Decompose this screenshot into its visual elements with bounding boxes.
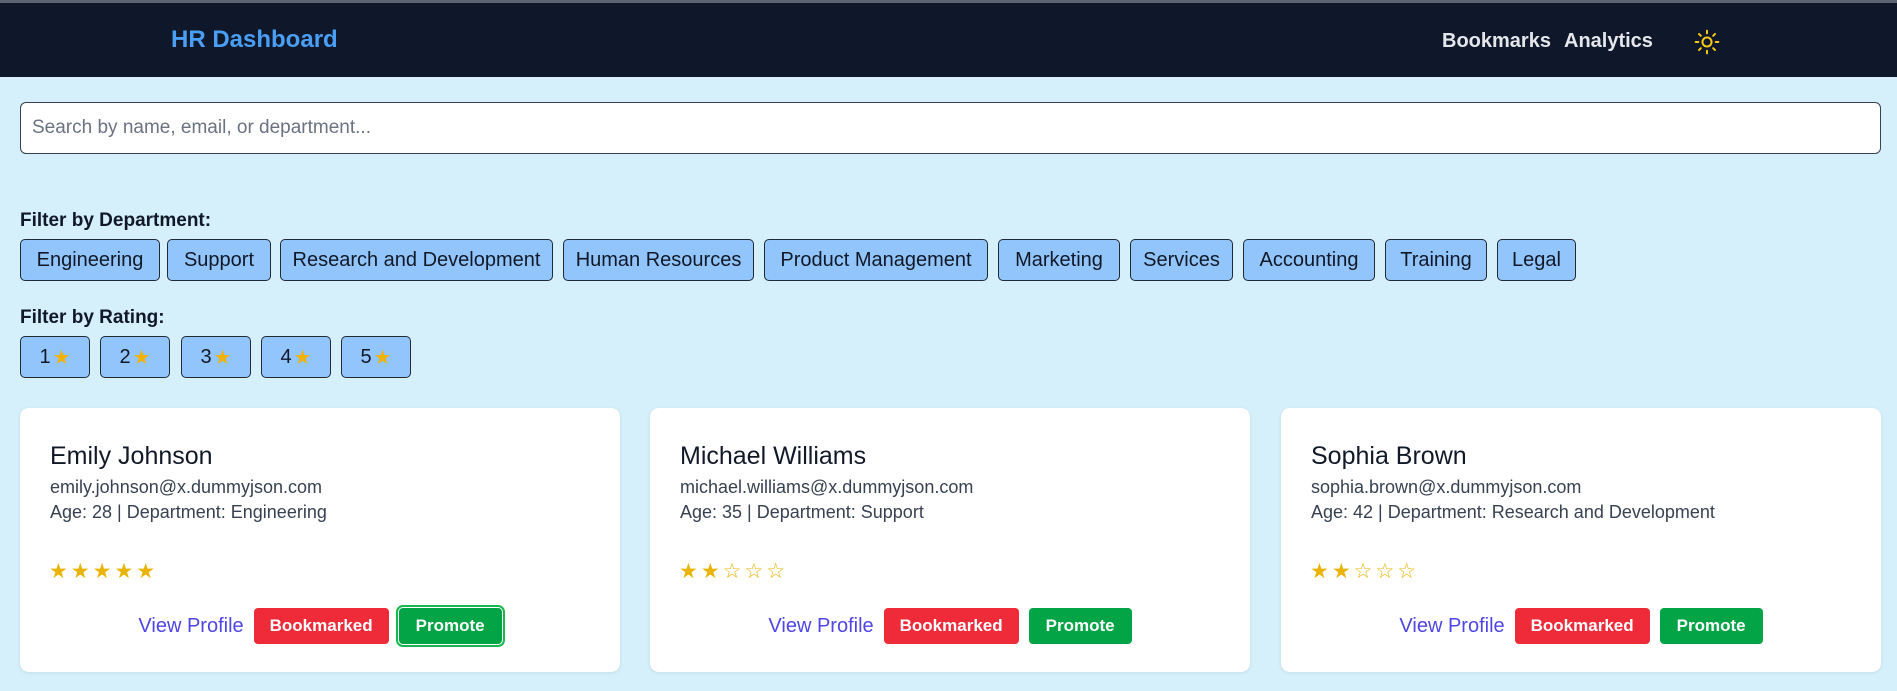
bookmarked-button[interactable]: Bookmarked xyxy=(1514,608,1650,644)
department-chip-marketing[interactable]: Marketing xyxy=(998,239,1120,281)
department-chip-product-management[interactable]: Product Management xyxy=(764,239,988,281)
sun-icon[interactable] xyxy=(1694,29,1720,55)
employee-card: Emily Johnson emily.johnson@x.dummyjson.… xyxy=(20,408,620,672)
star-icon: ★ xyxy=(373,346,392,369)
card-actions: View Profile Bookmarked Promote xyxy=(1281,607,1881,645)
rating-chip-value: 2 xyxy=(119,345,131,368)
employee-card: Sophia Brown sophia.brown@x.dummyjson.co… xyxy=(1281,408,1881,672)
employee-email: michael.williams@x.dummyjson.com xyxy=(680,477,974,497)
department-chip-engineering[interactable]: Engineering xyxy=(20,239,160,281)
rating-chip-value: 1 xyxy=(39,345,51,368)
department-chip-human-resources[interactable]: Human Resources xyxy=(563,239,754,281)
star-icon: ★ xyxy=(293,346,312,369)
rating-chip-4[interactable]: 4 ★ xyxy=(261,336,331,378)
card-actions: View Profile Bookmarked Promote xyxy=(20,605,620,647)
view-profile-link[interactable]: View Profile xyxy=(768,615,873,638)
card-actions: View Profile Bookmarked Promote xyxy=(650,607,1250,645)
promote-button[interactable]: Promote xyxy=(395,605,505,647)
rating-chip-value: 4 xyxy=(280,345,292,368)
employee-rating-stars: ★★☆☆☆ xyxy=(679,560,789,583)
view-profile-link[interactable]: View Profile xyxy=(138,615,243,638)
nav-bookmarks-link[interactable]: Bookmarks xyxy=(1442,30,1551,53)
bookmarked-button[interactable]: Bookmarked xyxy=(883,608,1019,644)
star-icon: ★ xyxy=(213,346,232,369)
department-chip-legal[interactable]: Legal xyxy=(1497,239,1576,281)
star-icon: ★ xyxy=(132,346,151,369)
department-chip-services[interactable]: Services xyxy=(1130,239,1233,281)
bookmarked-button[interactable]: Bookmarked xyxy=(253,608,389,644)
rating-chip-2[interactable]: 2 ★ xyxy=(100,336,170,378)
nav-analytics-link[interactable]: Analytics xyxy=(1564,30,1653,53)
employee-rating-stars: ★★☆☆☆ xyxy=(1310,560,1420,583)
department-chip-accounting[interactable]: Accounting xyxy=(1243,239,1375,281)
employee-email: sophia.brown@x.dummyjson.com xyxy=(1311,477,1582,497)
department-chip-research-and-development[interactable]: Research and Development xyxy=(280,239,553,281)
navbar: HR Dashboard Bookmarks Analytics xyxy=(0,3,1897,77)
employee-name: Michael Williams xyxy=(680,442,867,470)
rating-chip-1[interactable]: 1 ★ xyxy=(20,336,90,378)
search-input[interactable] xyxy=(20,102,1881,154)
employee-email: emily.johnson@x.dummyjson.com xyxy=(50,477,323,497)
view-profile-link[interactable]: View Profile xyxy=(1399,615,1504,638)
employee-meta: Age: 42 | Department: Research and Devel… xyxy=(1311,502,1715,522)
employee-rating-stars: ★★★★★ xyxy=(49,560,159,583)
department-chip-support[interactable]: Support xyxy=(167,239,271,281)
employee-name: Emily Johnson xyxy=(50,442,213,470)
brand-title[interactable]: HR Dashboard xyxy=(171,26,338,54)
employee-name: Sophia Brown xyxy=(1311,442,1467,470)
rating-chip-value: 3 xyxy=(200,345,212,368)
employee-meta: Age: 28 | Department: Engineering xyxy=(50,502,327,522)
department-filter-label: Filter by Department: xyxy=(20,210,212,231)
rating-filter-label: Filter by Rating: xyxy=(20,307,165,328)
star-icon: ★ xyxy=(52,346,71,369)
promote-button[interactable]: Promote xyxy=(1659,608,1763,644)
rating-chip-value: 5 xyxy=(360,345,372,368)
employee-meta: Age: 35 | Department: Support xyxy=(680,502,924,522)
department-chip-training[interactable]: Training xyxy=(1385,239,1487,281)
rating-chip-3[interactable]: 3 ★ xyxy=(181,336,251,378)
rating-chip-5[interactable]: 5 ★ xyxy=(341,336,411,378)
employee-card: Michael Williams michael.williams@x.dumm… xyxy=(650,408,1250,672)
promote-button[interactable]: Promote xyxy=(1028,608,1132,644)
